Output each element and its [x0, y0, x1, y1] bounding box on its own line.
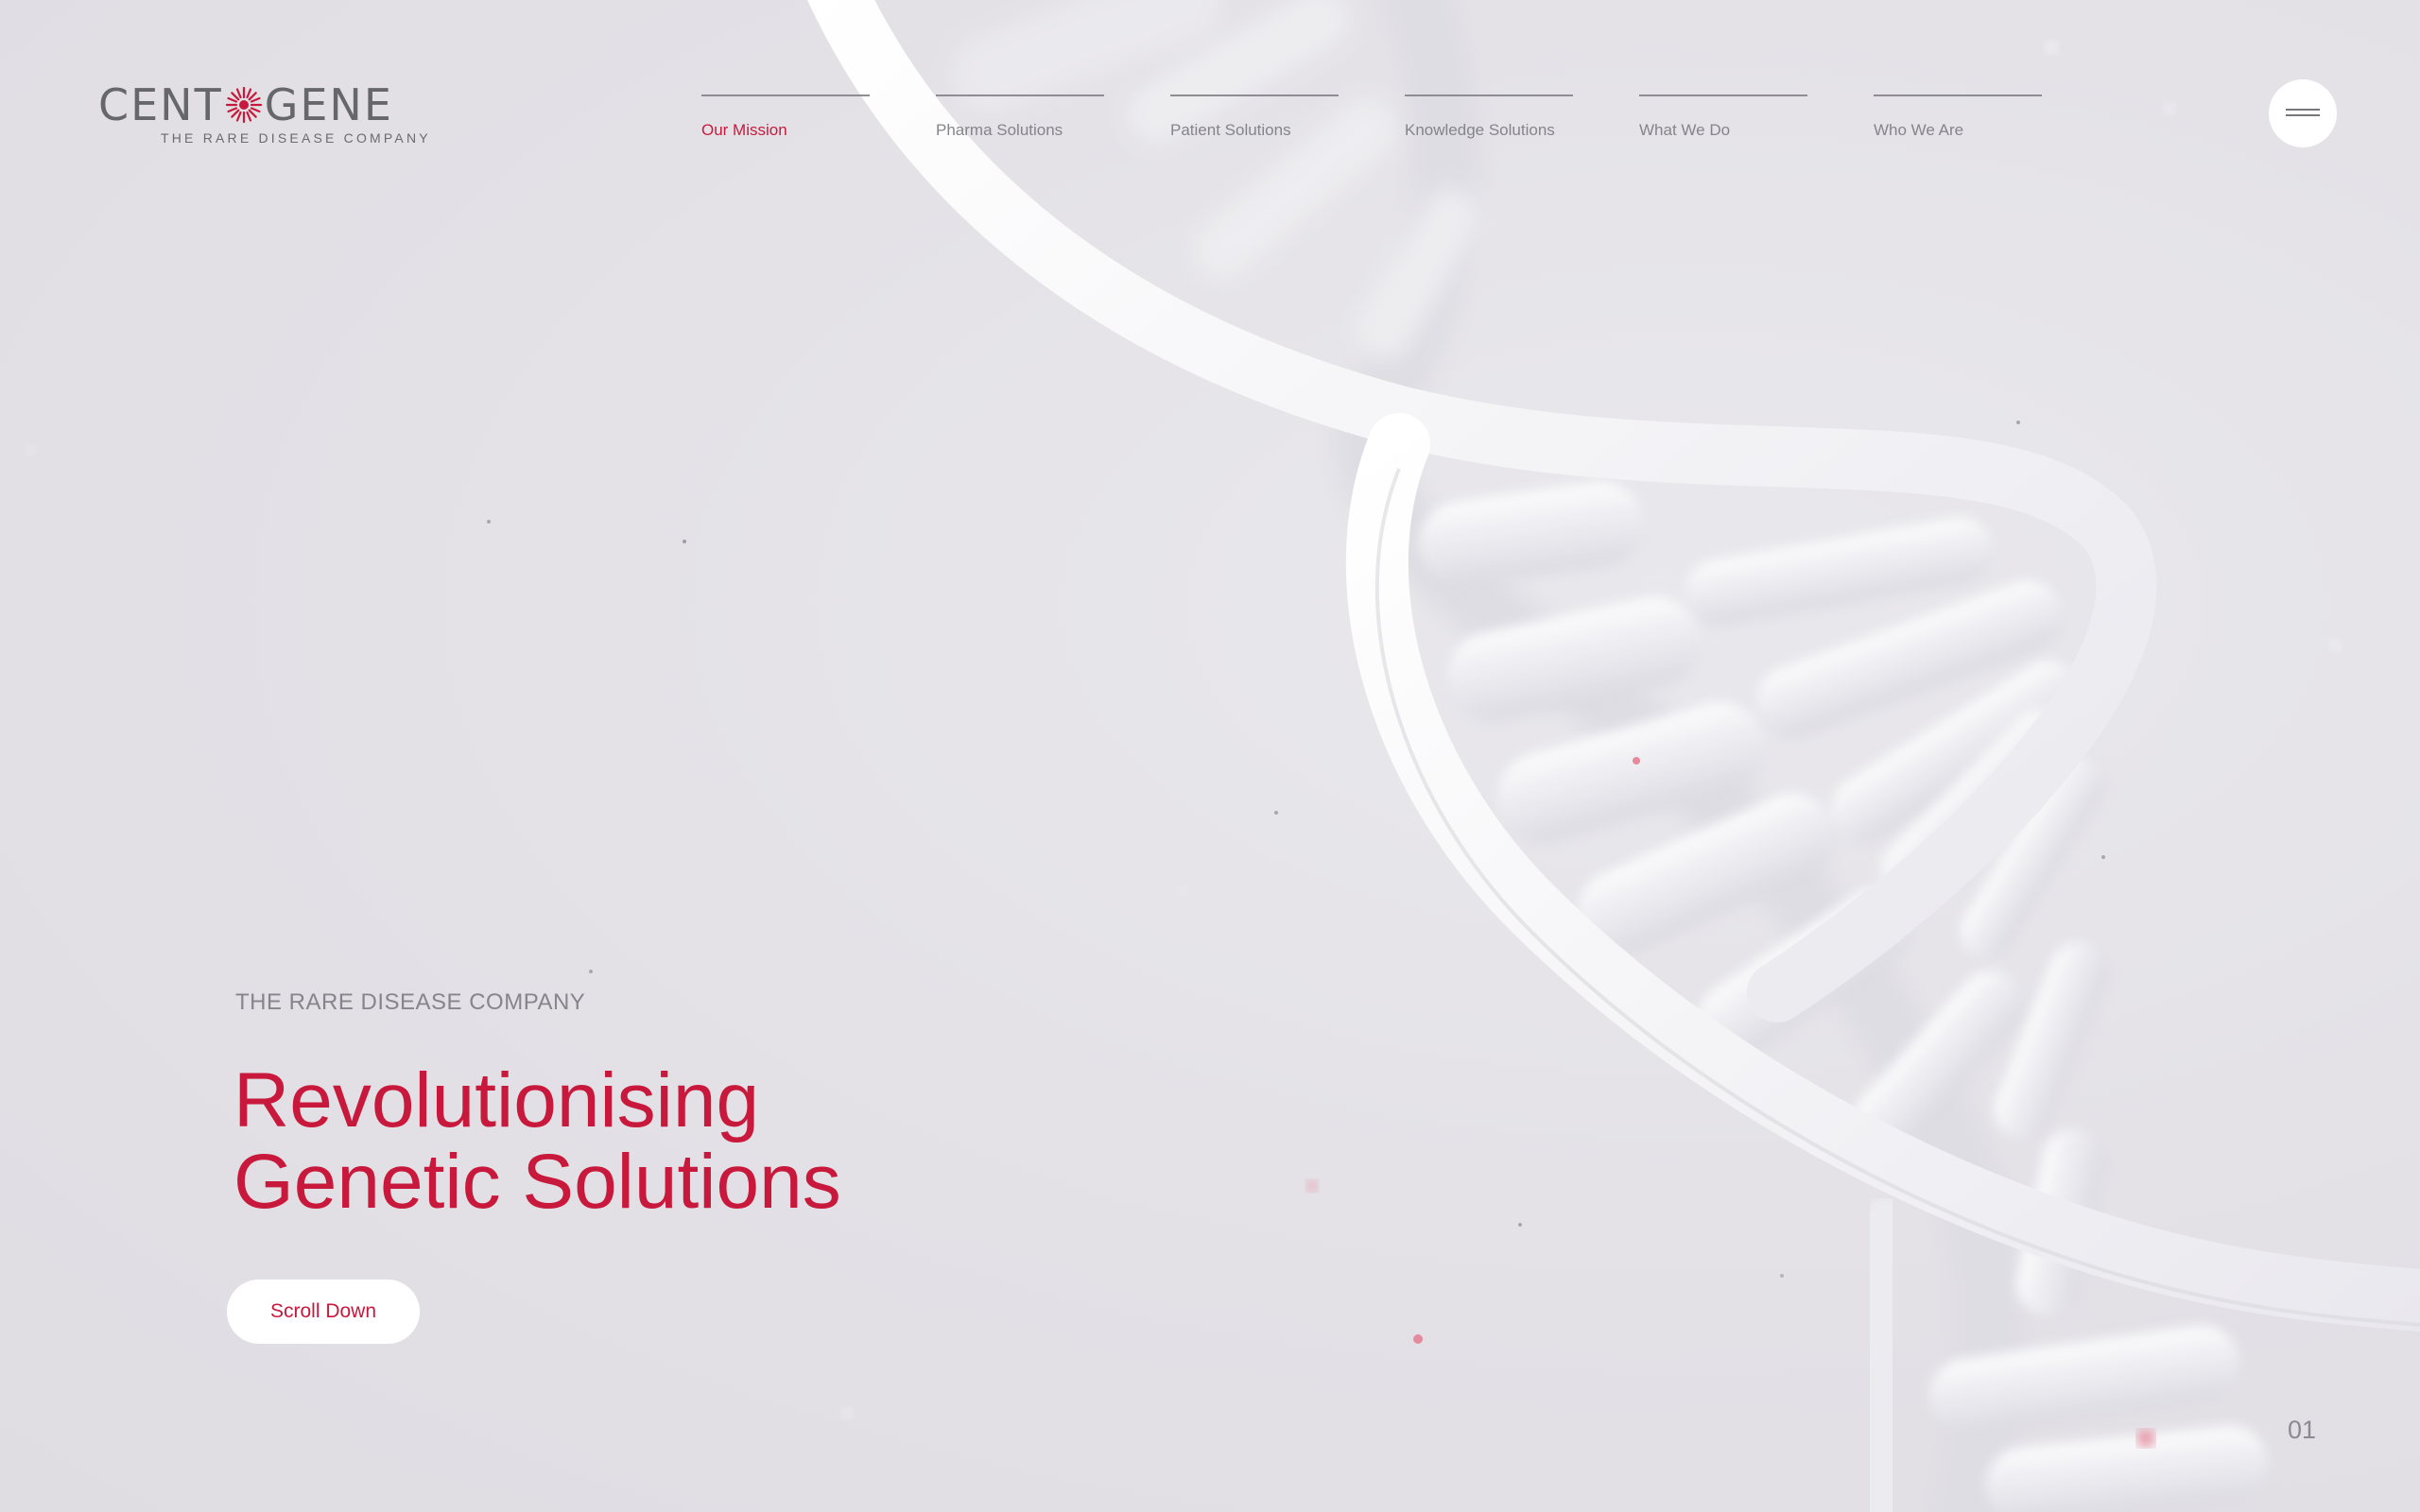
hero-page: CENT GENE THE RARE DISEASE COMPANY Our M…	[0, 0, 2420, 1512]
hero-eyebrow: THE RARE DISEASE COMPANY	[235, 989, 586, 1015]
logo-text-right: GENE	[264, 79, 393, 130]
logo-tagline: THE RARE DISEASE COMPANY	[161, 130, 431, 146]
slide-number: 01	[2288, 1416, 2317, 1444]
nav-item-what-we-do[interactable]: What We Do	[1639, 94, 1807, 140]
hero-headline-line-1: Revolutionising	[233, 1057, 760, 1143]
centogene-logo[interactable]: CENT GENE THE RARE DISEASE COMPANY	[98, 83, 428, 149]
nav-item-knowledge-solutions[interactable]: Knowledge Solutions	[1405, 94, 1573, 140]
hero-headline: Revolutionising Genetic Solutions	[233, 1060, 841, 1223]
sunburst-logo-icon	[225, 86, 262, 124]
nav-item-patient-solutions[interactable]: Patient Solutions	[1170, 94, 1339, 140]
scroll-down-button[interactable]: Scroll Down	[227, 1280, 420, 1344]
main-nav: Our Mission Pharma Solutions Patient Sol…	[701, 94, 2042, 140]
nav-item-our-mission[interactable]: Our Mission	[701, 94, 870, 140]
logo-text-left: CENT	[98, 79, 223, 130]
hero-headline-line-2: Genetic Solutions	[233, 1139, 841, 1225]
nav-item-pharma-solutions[interactable]: Pharma Solutions	[936, 94, 1104, 140]
hamburger-icon	[2286, 109, 2320, 116]
logo-wordmark: CENT GENE	[98, 83, 393, 127]
nav-item-who-we-are[interactable]: Who We Are	[1874, 94, 2042, 140]
menu-button[interactable]	[2269, 79, 2337, 147]
